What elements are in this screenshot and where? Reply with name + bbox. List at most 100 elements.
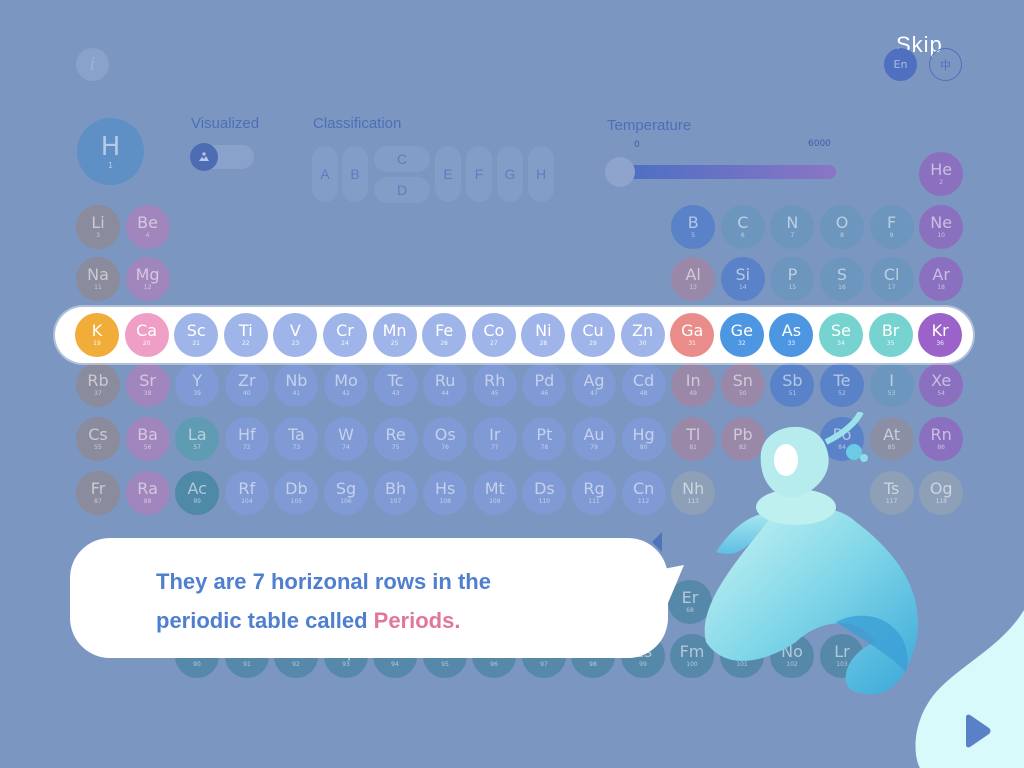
element-ne[interactable]: Ne 10 (919, 205, 964, 249)
element-fr[interactable]: Fr 87 (76, 471, 120, 515)
element-kr[interactable]: Kr 36 (918, 313, 963, 357)
element-k[interactable]: K 19 (75, 313, 119, 357)
element-re[interactable]: Re 75 (373, 417, 418, 461)
element-cr[interactable]: Cr 24 (323, 313, 367, 357)
element-mt[interactable]: Mt 109 (472, 471, 517, 515)
class-g-button[interactable]: G (497, 146, 523, 202)
play-next-button[interactable] (962, 714, 996, 752)
element-p[interactable]: P 15 (770, 257, 815, 301)
element-number: 15 (788, 284, 797, 291)
element-ac[interactable]: Ac 89 (175, 471, 220, 515)
element-co[interactable]: Co 27 (471, 313, 516, 357)
element-ta[interactable]: Ta 73 (274, 417, 319, 461)
element-ra[interactable]: Ra 88 (125, 471, 170, 515)
element-sn[interactable]: Sn 50 (720, 363, 765, 407)
element-zr[interactable]: Zr 40 (224, 363, 269, 407)
element-c[interactable]: C6 (720, 205, 765, 249)
element-mo[interactable]: Mo 42 (324, 363, 368, 407)
element-hg[interactable]: Hg 80 (621, 417, 666, 461)
element-sg[interactable]: Sg 106 (324, 471, 368, 515)
element-ir[interactable]: Ir 77 (472, 417, 517, 461)
element-in[interactable]: In 49 (671, 363, 716, 407)
element-pd[interactable]: Pd 46 (522, 363, 567, 407)
element-hydrogen[interactable]: H 1 (77, 118, 144, 185)
element-he[interactable]: He 2 (919, 152, 964, 196)
element-ga[interactable]: Ga 31 (670, 313, 715, 357)
element-ge[interactable]: Ge 32 (719, 313, 764, 357)
element-sb[interactable]: Sb 51 (770, 363, 815, 407)
element-bh[interactable]: Bh 107 (373, 471, 418, 515)
element-hs[interactable]: Hs 108 (423, 471, 468, 515)
element-rf[interactable]: Rf 104 (224, 471, 269, 515)
element-ti[interactable]: Ti 22 (223, 313, 268, 357)
element-se[interactable]: Se 34 (819, 313, 863, 357)
element-pt[interactable]: Pt 78 (522, 417, 567, 461)
element-la[interactable]: La 57 (175, 417, 220, 461)
element-f[interactable]: F9 (869, 205, 914, 249)
class-h-button[interactable]: H (528, 146, 554, 202)
element-b[interactable]: B5 (671, 205, 716, 249)
element-mg[interactable]: Mg 12 (125, 257, 170, 301)
element-cl[interactable]: Cl 17 (869, 257, 914, 301)
element-as[interactable]: As 33 (769, 313, 814, 357)
class-e-button[interactable]: E (435, 146, 461, 202)
element-y[interactable]: Y 39 (175, 363, 220, 407)
element-na[interactable]: Na 11 (76, 257, 120, 301)
visualized-toggle[interactable] (190, 143, 254, 171)
class-c-button[interactable]: C (374, 146, 430, 172)
element-sr[interactable]: Sr 38 (125, 363, 170, 407)
element-xe[interactable]: Xe 54 (919, 363, 964, 407)
element-nb[interactable]: Nb 41 (274, 363, 319, 407)
class-a-button[interactable]: A (312, 146, 338, 202)
element-cn[interactable]: Cn 112 (621, 471, 666, 515)
element-fe[interactable]: Fe 26 (422, 313, 467, 357)
class-b-button[interactable]: B (342, 146, 368, 202)
classification-label: Classification (313, 115, 402, 132)
element-cu[interactable]: Cu 29 (571, 313, 615, 357)
temperature-slider-knob[interactable] (605, 157, 635, 187)
element-symbol: B (687, 213, 699, 232)
element-cs[interactable]: Cs 55 (76, 417, 120, 461)
element-db[interactable]: Db 105 (274, 471, 319, 515)
element-rg[interactable]: Rg 111 (572, 471, 616, 515)
element-rb[interactable]: Rb 37 (76, 363, 120, 407)
element-ds[interactable]: Ds 110 (522, 471, 567, 515)
element-n[interactable]: N7 (770, 205, 815, 249)
element-cd[interactable]: Cd 48 (621, 363, 666, 407)
element-ni[interactable]: Ni 28 (521, 313, 566, 357)
element-ag[interactable]: Ag 47 (572, 363, 616, 407)
element-i[interactable]: I 53 (869, 363, 914, 407)
class-d-button[interactable]: D (374, 177, 430, 203)
element-os[interactable]: Os 76 (423, 417, 468, 461)
element-ba[interactable]: Ba 56 (125, 417, 170, 461)
element-te[interactable]: Te 52 (820, 363, 864, 407)
element-si[interactable]: Si 14 (720, 257, 765, 301)
element-s[interactable]: S 16 (820, 257, 864, 301)
element-ca[interactable]: Ca 20 (124, 313, 169, 357)
language-en-button[interactable]: En (884, 48, 917, 81)
element-au[interactable]: Au 79 (572, 417, 616, 461)
language-zh-button[interactable]: 中 (929, 48, 962, 81)
element-sc[interactable]: Sc 21 (174, 313, 219, 357)
element-li[interactable]: Li 3 (76, 205, 120, 249)
element-zn[interactable]: Zn 30 (620, 313, 665, 357)
element-w[interactable]: W 74 (324, 417, 368, 461)
element-v[interactable]: V 23 (273, 313, 318, 357)
element-symbol: H (100, 132, 121, 162)
element-ru[interactable]: Ru 44 (423, 363, 468, 407)
element-o[interactable]: O8 (820, 205, 864, 249)
element-hf[interactable]: Hf 72 (224, 417, 269, 461)
element-number: 75 (391, 444, 400, 451)
element-tc[interactable]: Tc 43 (373, 363, 418, 407)
element-mn[interactable]: Mn 25 (372, 313, 417, 357)
element-rh[interactable]: Rh 45 (472, 363, 517, 407)
element-number: 95 (441, 661, 449, 668)
element-be[interactable]: Be 4 (125, 205, 170, 249)
class-f-button[interactable]: F (466, 146, 492, 202)
language-en-label: En (893, 58, 908, 71)
element-al[interactable]: Al 13 (671, 257, 716, 301)
info-icon[interactable]: i (76, 48, 109, 81)
element-ar[interactable]: Ar 18 (919, 257, 964, 301)
element-br[interactable]: Br 35 (868, 313, 913, 357)
temperature-slider[interactable] (605, 157, 836, 187)
